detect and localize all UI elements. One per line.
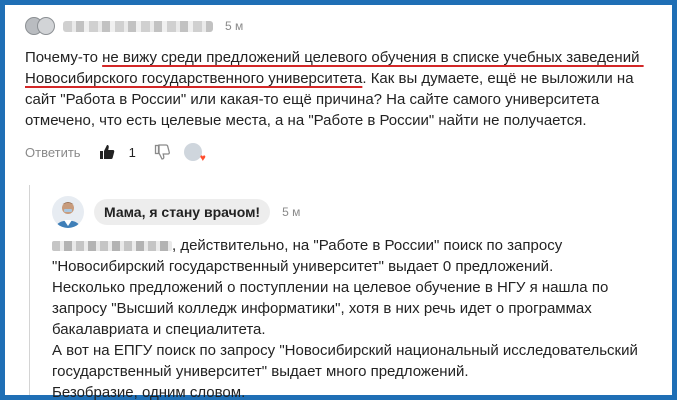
comment-actions: Ответить 1 ♥ bbox=[25, 141, 652, 164]
reply-time: 5 м bbox=[282, 205, 301, 219]
reply-thread: Мама, я стану врачом! 5 м , действительн… bbox=[29, 185, 652, 401]
heart-icon: ♥ bbox=[199, 153, 206, 164]
comment-header: 5 м bbox=[25, 15, 652, 37]
comment-text-start: Почему-то bbox=[25, 49, 103, 66]
thumbs-up-icon[interactable] bbox=[99, 144, 115, 160]
reply-text: , действительно, на "Работе в России" по… bbox=[52, 235, 642, 403]
comment-time: 5 м bbox=[225, 19, 244, 33]
reaction-avatar-icon[interactable]: ♥ bbox=[183, 143, 206, 164]
like-count: 1 bbox=[128, 144, 136, 160]
blurred-author-name bbox=[63, 20, 213, 32]
thumbs-down-icon[interactable] bbox=[154, 144, 170, 160]
reply-author-badge[interactable]: Мама, я стану врачом! bbox=[94, 199, 271, 225]
reply-text-body: , действительно, на "Работе в России" по… bbox=[52, 237, 638, 401]
author-avatars[interactable] bbox=[25, 17, 55, 35]
reply-header: Мама, я стану врачом! 5 м bbox=[52, 195, 652, 229]
reply-button[interactable]: Ответить bbox=[25, 145, 81, 160]
blurred-mention bbox=[52, 241, 172, 252]
doctor-avatar[interactable] bbox=[52, 196, 84, 228]
avatar bbox=[37, 17, 55, 35]
comment: 5 м Почему-то не вижу среди предложений … bbox=[25, 15, 652, 164]
screenshot-frame: 5 м Почему-то не вижу среди предложений … bbox=[0, 0, 677, 401]
comment-text: Почему-то не вижу среди предложений целе… bbox=[25, 47, 657, 131]
